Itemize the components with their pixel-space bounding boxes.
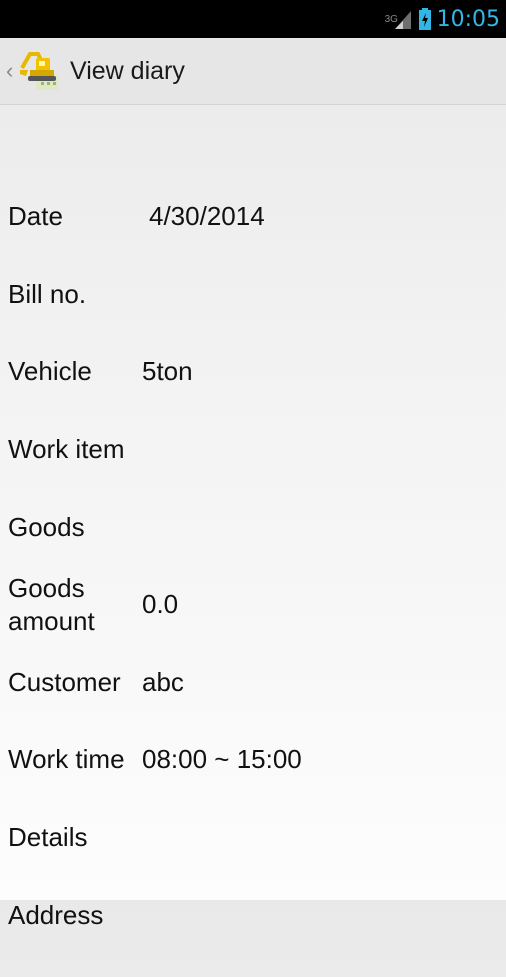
battery-icon — [418, 8, 431, 30]
date-value: 4/30/2014 — [149, 201, 265, 231]
goods-label: Goods — [8, 512, 85, 542]
bill-no-label: Bill no. — [8, 279, 87, 309]
work-time-label: Work time — [8, 744, 125, 774]
row-date: Date 4/30/2014 — [0, 200, 506, 278]
details-label: Details — [8, 822, 88, 852]
address-label: Address — [8, 900, 104, 930]
vehicle-value: 5ton — [142, 356, 193, 386]
row-bill-no: Bill no. — [0, 278, 506, 356]
date-label: Date — [8, 201, 63, 231]
action-bar: ‹ View diary — [0, 38, 506, 105]
row-vehicle: Vehicle 5ton — [0, 355, 506, 433]
row-address: Address — [0, 899, 506, 977]
status-icons: 3G 10:05 — [385, 0, 500, 38]
work-time-value: 08:00 ~ 15:00 — [142, 744, 302, 774]
goods-amount-label-line1: Goods — [8, 573, 85, 603]
excavator-icon[interactable] — [18, 48, 64, 94]
status-bar: 3G 10:05 — [0, 0, 506, 38]
signal-icon: 3G — [385, 7, 413, 31]
row-details: Details — [0, 821, 506, 899]
clock: 10:05 — [436, 6, 500, 32]
goods-amount-label-line2: amount — [8, 606, 95, 636]
vehicle-label: Vehicle — [8, 356, 92, 386]
customer-label: Customer — [8, 667, 121, 697]
page-title: View diary — [70, 56, 185, 85]
customer-value: abc — [142, 667, 184, 697]
work-item-label: Work item — [8, 434, 125, 464]
row-work-time: Work time 08:00 ~ 15:00 — [0, 743, 506, 821]
back-caret-icon[interactable]: ‹ — [6, 58, 16, 84]
goods-amount-value: 0.0 — [142, 589, 179, 619]
row-customer: Customer abc — [0, 666, 506, 744]
row-work-item: Work item — [0, 433, 506, 511]
row-goods-amount: Goods amount 0.0 — [0, 572, 506, 650]
